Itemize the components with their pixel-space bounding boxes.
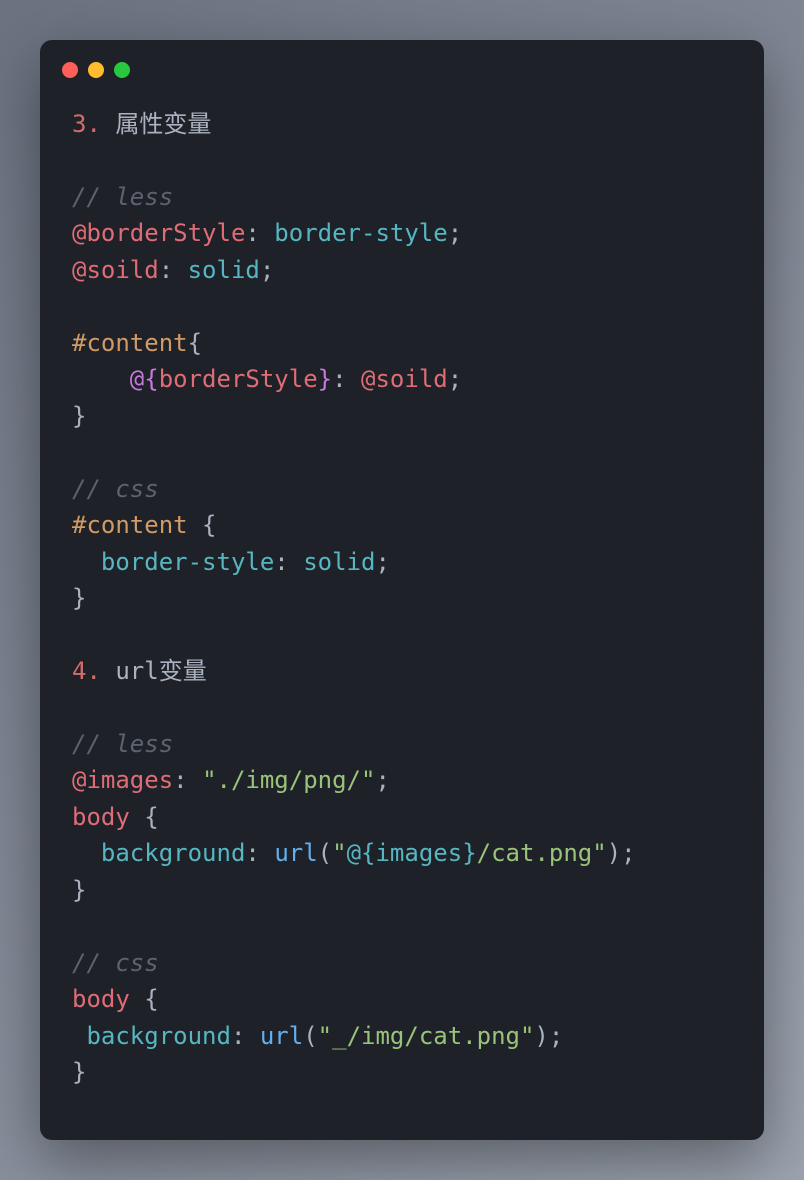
code-brace: } <box>72 1058 86 1086</box>
section-title: 属性变量 <box>101 110 211 138</box>
code-function: url <box>274 839 317 867</box>
code-punct: : <box>231 1022 260 1050</box>
code-punct: : <box>332 365 361 393</box>
code-indent <box>72 548 101 576</box>
code-punct: : <box>274 548 303 576</box>
code-punct: : <box>245 839 274 867</box>
code-content: 3. 属性变量 // less @borderStyle: border-sty… <box>40 78 764 1119</box>
code-comment: // css <box>72 475 159 503</box>
code-punct: : <box>245 219 274 247</box>
code-value: solid <box>303 548 375 576</box>
code-comment: // css <box>72 949 159 977</box>
code-window: 3. 属性变量 // less @borderStyle: border-sty… <box>40 40 764 1140</box>
code-punct: ; <box>549 1022 563 1050</box>
code-interp-name: borderStyle <box>159 365 318 393</box>
code-string: " <box>592 839 606 867</box>
code-function: url <box>260 1022 303 1050</box>
code-comment: // less <box>72 730 173 758</box>
section-number: 4. <box>72 657 101 685</box>
code-brace: } <box>72 402 86 430</box>
code-punct: ; <box>375 766 389 794</box>
code-variable: @soild <box>361 365 448 393</box>
maximize-icon[interactable] <box>114 62 130 78</box>
code-string: "./img/png/" <box>202 766 375 794</box>
code-brace: { <box>202 511 216 539</box>
code-punct: ; <box>621 839 635 867</box>
code-interp: @{ <box>130 365 159 393</box>
code-interp-name: images <box>375 839 462 867</box>
code-property: background <box>101 839 246 867</box>
code-indent <box>72 365 130 393</box>
code-punct: ; <box>448 365 462 393</box>
close-icon[interactable] <box>62 62 78 78</box>
code-punct: ) <box>607 839 621 867</box>
code-comment: // less <box>72 183 173 211</box>
code-punct: : <box>173 766 202 794</box>
minimize-icon[interactable] <box>88 62 104 78</box>
code-punct: ; <box>260 256 274 284</box>
code-brace: } <box>72 584 86 612</box>
code-value: solid <box>188 256 260 284</box>
code-selector: #content <box>72 511 202 539</box>
code-brace: { <box>144 803 158 831</box>
code-brace: { <box>188 329 202 357</box>
code-selector: body <box>72 985 144 1013</box>
code-brace: } <box>72 876 86 904</box>
code-punct: ) <box>534 1022 548 1050</box>
code-punct: ; <box>375 548 389 576</box>
code-variable: @images <box>72 766 173 794</box>
code-interp: } <box>462 839 476 867</box>
code-string: "_/img/cat.png" <box>318 1022 535 1050</box>
code-indent <box>72 1022 86 1050</box>
code-value: border-style <box>274 219 447 247</box>
code-interp: } <box>318 365 332 393</box>
code-punct: ( <box>318 839 332 867</box>
code-interp: @{ <box>347 839 376 867</box>
section-number: 3. <box>72 110 101 138</box>
code-variable: @soild <box>72 256 159 284</box>
code-property: background <box>86 1022 231 1050</box>
code-selector: #content <box>72 329 188 357</box>
code-string: /cat.png <box>477 839 593 867</box>
code-brace: { <box>144 985 158 1013</box>
code-property: border-style <box>101 548 274 576</box>
window-titlebar <box>40 40 764 78</box>
code-punct: ; <box>448 219 462 247</box>
code-punct: ( <box>303 1022 317 1050</box>
code-variable: @borderStyle <box>72 219 245 247</box>
code-indent <box>72 839 101 867</box>
section-title: url变量 <box>101 657 207 685</box>
code-selector: body <box>72 803 144 831</box>
code-string: " <box>332 839 346 867</box>
code-punct: : <box>159 256 188 284</box>
